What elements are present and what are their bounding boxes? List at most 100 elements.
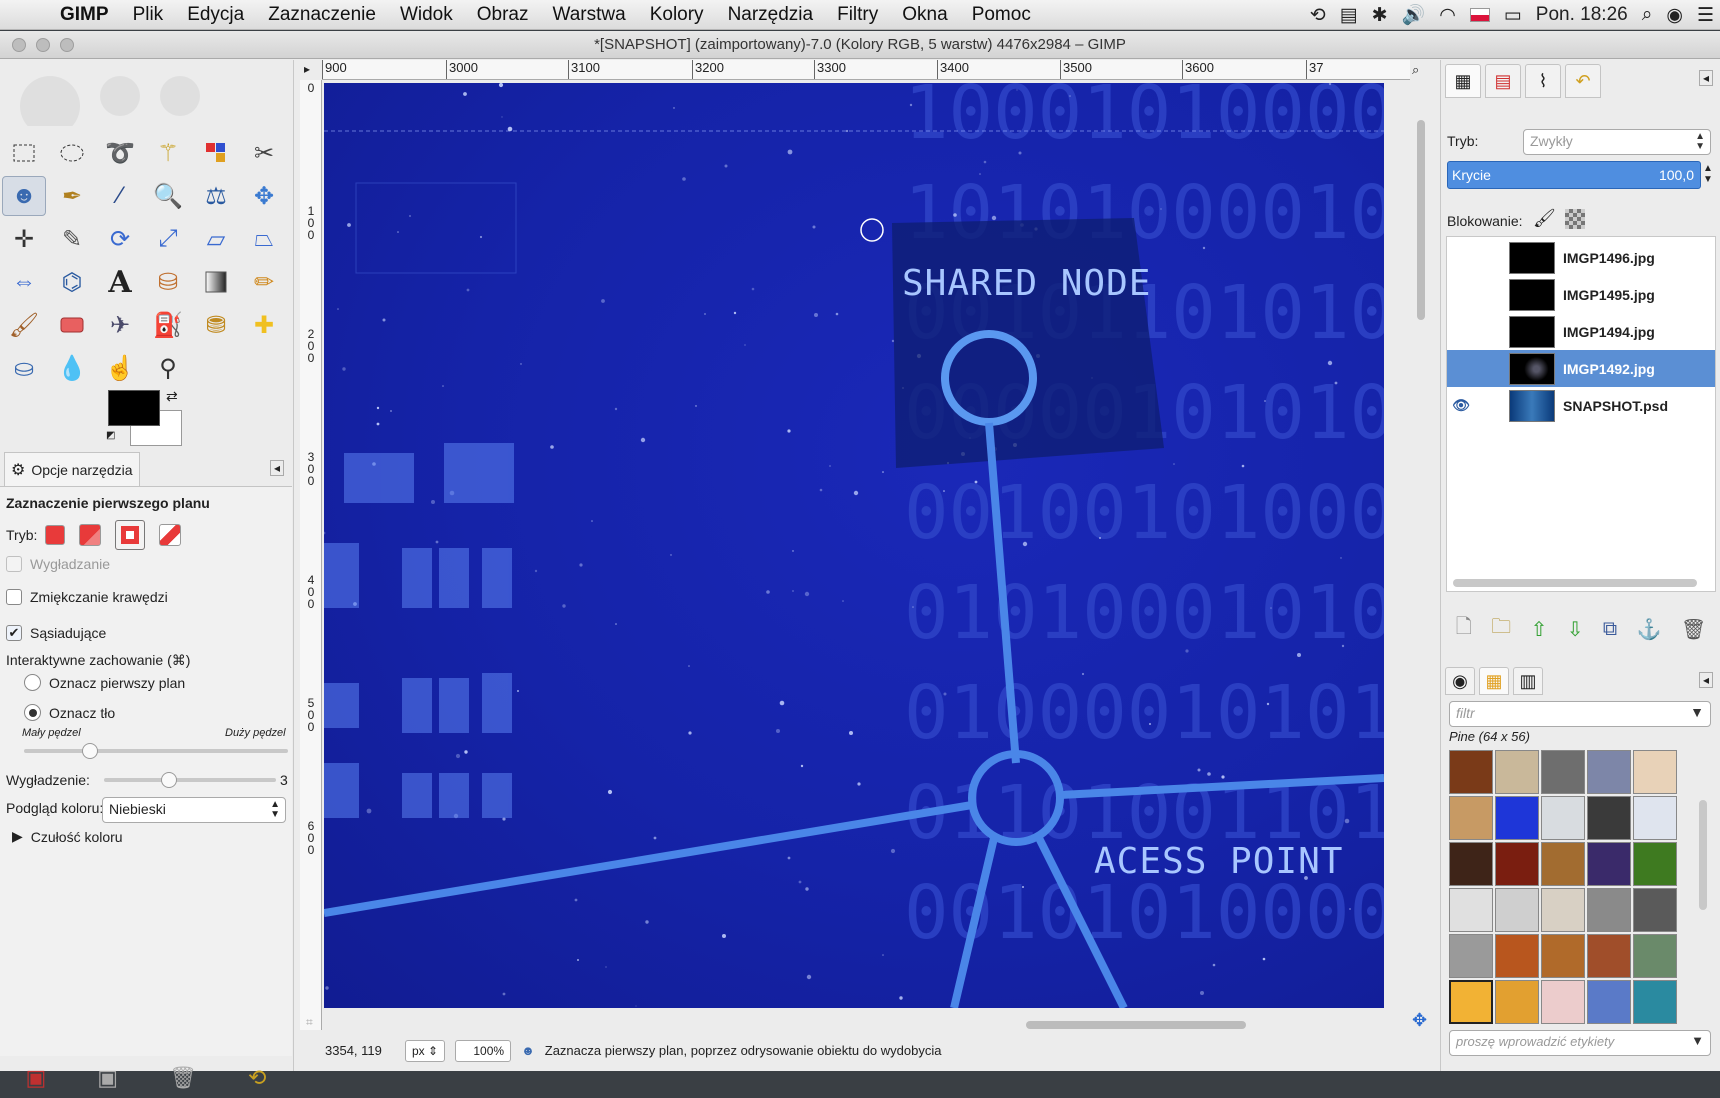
menu-filtry[interactable]: Filtry [825, 4, 890, 26]
layer-row[interactable]: 👁 SNAPSHOT.psd [1447, 387, 1715, 424]
eye-icon[interactable]: 👁 [1447, 397, 1475, 414]
pattern-swatch[interactable] [1633, 934, 1677, 978]
color-sensitivity-label[interactable]: Czułość koloru [31, 829, 123, 845]
color-picker-icon[interactable]: ⁄ [98, 176, 142, 216]
layer-row[interactable]: IMGP1494.jpg [1447, 313, 1715, 350]
layer-name[interactable]: IMGP1492.jpg [1563, 361, 1655, 377]
navigation-move-icon[interactable]: ✥ [1412, 1010, 1427, 1031]
anchor-layer-icon[interactable]: ⚓ [1637, 617, 1662, 642]
opacity-spin-arrows-icon[interactable]: ▲ ▼ [1703, 163, 1713, 185]
duplicate-layer-icon[interactable]: ⧉ [1603, 618, 1617, 641]
patterns-tab-icon[interactable]: ▦ [1479, 667, 1509, 695]
smoothing-slider-handle[interactable] [161, 772, 178, 788]
lock-pixels-icon[interactable]: 🖌 [1533, 208, 1556, 229]
smudge-icon[interactable]: ☝ [98, 348, 142, 388]
patterns-panel-menu-icon[interactable]: ◂ [1699, 672, 1714, 688]
layers-panel-menu-icon[interactable]: ◂ [1699, 70, 1714, 86]
restore-options-icon[interactable]: ▣ [97, 1065, 118, 1091]
pattern-swatch[interactable] [1633, 842, 1677, 886]
wifi-icon[interactable]: ◠ [1439, 4, 1456, 27]
unit-select[interactable]: px ⇕ [405, 1039, 446, 1062]
pattern-swatch[interactable] [1541, 796, 1585, 840]
bucket-fill-icon[interactable]: ⛁ [146, 262, 190, 302]
pattern-swatch[interactable] [1449, 750, 1493, 794]
navigate-icon[interactable]: ⌕ [1412, 62, 1419, 78]
cage-transform-icon[interactable]: ⌬ [50, 262, 94, 302]
lock-alpha-icon[interactable] [1565, 209, 1585, 229]
zoom-select[interactable]: 100% [455, 1039, 512, 1062]
color-area[interactable]: ⇄ ◩ [106, 388, 188, 450]
notification-center-icon[interactable]: ☰ [1697, 4, 1714, 27]
pattern-swatch[interactable] [1587, 842, 1631, 886]
paths-icon[interactable]: ✒ [50, 176, 94, 216]
battery-icon[interactable]: ▭ [1504, 4, 1522, 27]
flag-poland-icon[interactable] [1469, 8, 1490, 22]
bluetooth-icon[interactable]: ✱ [1372, 4, 1388, 27]
free-select-icon[interactable]: ➰ [98, 133, 142, 173]
layer-name[interactable]: IMGP1494.jpg [1563, 324, 1655, 340]
pattern-swatch[interactable] [1495, 842, 1539, 886]
layer-name[interactable]: SNAPSHOT.psd [1563, 398, 1668, 414]
pattern-swatch[interactable] [1587, 888, 1631, 932]
pattern-swatch[interactable] [1495, 796, 1539, 840]
pattern-swatch[interactable] [1587, 796, 1631, 840]
menu-pomoc[interactable]: Pomoc [960, 4, 1043, 26]
horizontal-ruler[interactable]: 900 3000 3100 3200 3300 3400 3500 3600 37 [322, 60, 1410, 80]
pattern-swatch[interactable] [1541, 750, 1585, 794]
zoom-icon[interactable]: 🔍 [146, 176, 190, 216]
pencil-icon[interactable]: ✏ [242, 262, 286, 302]
brushes-tab-icon[interactable]: ◉ [1445, 667, 1475, 695]
pattern-swatch[interactable] [1587, 980, 1631, 1024]
mark-foreground-radio[interactable] [24, 674, 41, 691]
align-icon[interactable]: ✛ [2, 219, 46, 259]
menu-plik[interactable]: Plik [121, 4, 176, 26]
time-machine-icon[interactable]: ⟲ [1310, 4, 1326, 27]
pattern-swatch[interactable] [1541, 888, 1585, 932]
perspective-icon[interactable]: ⏢ [242, 219, 286, 259]
horizontal-scrollbar-thumb[interactable] [1026, 1021, 1246, 1029]
pattern-swatch[interactable] [1633, 796, 1677, 840]
spotlight-icon[interactable]: ⌕ [1642, 4, 1653, 26]
pattern-swatch[interactable] [1449, 842, 1493, 886]
vertical-scrollbar[interactable] [1414, 80, 1428, 1030]
swap-colors-icon[interactable]: ⇄ [166, 388, 178, 405]
new-layer-group-icon[interactable]: 🗀 [1491, 612, 1511, 646]
clock[interactable]: Pon. 18:26 [1536, 4, 1628, 26]
undo-tab-icon[interactable]: ↶ [1565, 64, 1601, 98]
pattern-swatch[interactable] [1633, 980, 1677, 1024]
pattern-swatch[interactable] [1633, 888, 1677, 932]
pattern-swatch[interactable] [1541, 980, 1585, 1024]
eraser-icon[interactable] [50, 305, 94, 345]
volume-icon[interactable]: 🔊 [1402, 3, 1426, 27]
pattern-swatch[interactable] [1587, 750, 1631, 794]
dodge-burn-icon[interactable]: ⚲ [146, 348, 190, 388]
ink-icon[interactable]: ⛽ [146, 305, 190, 345]
feather-checkbox[interactable] [6, 589, 22, 605]
user-icon[interactable]: ◉ [1666, 4, 1683, 27]
color-preview-select[interactable]: Niebieski ▲ ▼ [102, 797, 286, 823]
heal-icon[interactable]: ✚ [242, 305, 286, 345]
menu-warstwa[interactable]: Warstwa [541, 4, 638, 26]
new-layer-icon[interactable]: 🗋 [1456, 612, 1472, 646]
rect-select-icon[interactable] [2, 133, 46, 173]
fuzzy-select-icon[interactable]: ⚚ [146, 133, 190, 173]
delete-layer-icon[interactable]: 🗑 [1681, 617, 1706, 642]
tool-options-tab[interactable]: ⚙ Opcje narzędzia [4, 452, 140, 486]
menu-zaznaczenie[interactable]: Zaznaczenie [256, 4, 388, 26]
perspective-clone-icon[interactable]: ⛀ [2, 348, 46, 388]
delete-options-icon[interactable]: 🗑 [169, 1065, 197, 1091]
text-icon[interactable]: A [98, 262, 142, 302]
shear-icon[interactable]: ▱ [194, 219, 238, 259]
pattern-tags-input[interactable]: proszę wprowadzić etykiety ▼ [1449, 1030, 1711, 1056]
flip-icon[interactable]: ⇔ [2, 262, 46, 302]
blend-icon[interactable] [194, 262, 238, 302]
layer-name[interactable]: IMGP1496.jpg [1563, 250, 1655, 266]
crop-icon[interactable]: ✎ [50, 219, 94, 259]
opacity-slider[interactable]: Krycie 100,0 [1447, 161, 1701, 189]
scissors-select-icon[interactable]: ✂ [242, 133, 286, 173]
pattern-swatch[interactable] [1495, 934, 1539, 978]
mode-subtract-button[interactable] [115, 520, 146, 550]
pattern-swatch[interactable] [1587, 934, 1631, 978]
rotate-icon[interactable]: ⟳ [98, 219, 142, 259]
expander-triangle-icon[interactable]: ▶ [12, 828, 23, 845]
